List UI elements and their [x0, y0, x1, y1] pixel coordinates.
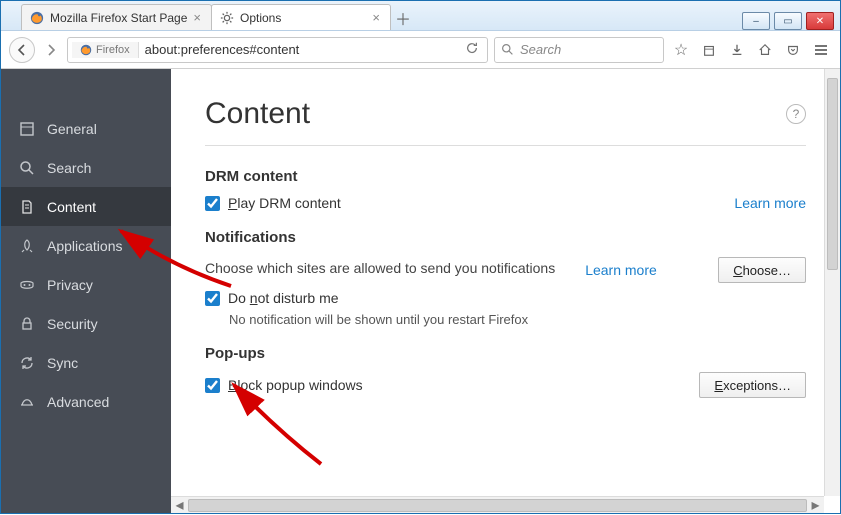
- play-drm-label: Play DRM content: [228, 195, 341, 211]
- sidebar-item-label: Privacy: [47, 277, 93, 293]
- nav-toolbar: Firefox about:preferences#content Search…: [1, 31, 840, 69]
- do-not-disturb-checkbox[interactable]: [205, 291, 220, 306]
- notifications-desc: Choose which sites are allowed to send y…: [205, 260, 555, 276]
- identity-box[interactable]: Firefox: [72, 42, 139, 58]
- home-icon[interactable]: [754, 39, 776, 61]
- block-popups-checkbox[interactable]: [205, 378, 220, 393]
- document-icon: [19, 199, 35, 215]
- tab-label: Options: [240, 11, 281, 25]
- forward-button[interactable]: [41, 37, 61, 63]
- sidebar-item-search[interactable]: Search: [1, 148, 171, 187]
- sidebar-item-label: Search: [47, 160, 91, 176]
- drm-learn-more-link[interactable]: Learn more: [734, 195, 806, 211]
- tab-strip: Mozilla Firefox Start Page × Options × ＋: [21, 2, 416, 30]
- notifications-learn-more-link[interactable]: Learn more: [585, 262, 657, 278]
- search-icon: [501, 43, 514, 56]
- gear-icon: [220, 11, 234, 25]
- exceptions-button[interactable]: Exceptions…: [699, 372, 806, 398]
- search-icon: [19, 160, 35, 176]
- downloads-icon[interactable]: [726, 39, 748, 61]
- search-bar[interactable]: Search: [494, 37, 664, 63]
- scrollbar-thumb[interactable]: [827, 78, 838, 270]
- menu-icon[interactable]: [810, 39, 832, 61]
- sidebar-item-label: Applications: [47, 238, 123, 254]
- section-drm-heading: DRM content: [205, 168, 806, 185]
- sidebar-item-label: Security: [47, 316, 98, 332]
- sidebar-item-privacy[interactable]: Privacy: [1, 265, 171, 304]
- window-frame: Mozilla Firefox Start Page × Options × ＋…: [0, 0, 841, 514]
- do-not-disturb-sub: No notification will be shown until you …: [229, 312, 806, 327]
- search-placeholder: Search: [520, 42, 561, 57]
- page-title: Content ?: [205, 97, 806, 131]
- sync-icon: [19, 355, 35, 371]
- sidebar-item-general[interactable]: General: [1, 109, 171, 148]
- tab-options[interactable]: Options ×: [211, 4, 391, 30]
- vertical-scrollbar[interactable]: [824, 69, 840, 496]
- back-button[interactable]: [9, 37, 35, 63]
- panel-icon: [19, 121, 35, 137]
- pocket-icon[interactable]: [782, 39, 804, 61]
- tab-label: Mozilla Firefox Start Page: [50, 11, 187, 25]
- do-not-disturb-label: Do not disturb me: [228, 290, 339, 306]
- sidebar-item-security[interactable]: Security: [1, 304, 171, 343]
- choose-button[interactable]: Choose…: [718, 257, 806, 283]
- sidebar-item-applications[interactable]: Applications: [1, 226, 171, 265]
- preferences-main: Content ? DRM content Play DRM content L…: [171, 69, 840, 513]
- reload-button[interactable]: [461, 41, 483, 58]
- tab-start-page[interactable]: Mozilla Firefox Start Page ×: [21, 4, 212, 30]
- scrollbar-thumb[interactable]: [188, 499, 807, 512]
- sidebar-item-label: Content: [47, 199, 96, 215]
- titlebar: Mozilla Firefox Start Page × Options × ＋…: [1, 1, 840, 31]
- library-icon[interactable]: [698, 39, 720, 61]
- url-bar[interactable]: Firefox about:preferences#content: [67, 37, 488, 63]
- sidebar-item-sync[interactable]: Sync: [1, 343, 171, 382]
- sidebar-item-content[interactable]: Content: [1, 187, 171, 226]
- sidebar-item-advanced[interactable]: Advanced: [1, 382, 171, 421]
- firefox-icon: [30, 11, 44, 25]
- play-drm-checkbox[interactable]: [205, 196, 220, 211]
- window-controls: – ▭ ✕: [742, 8, 840, 30]
- scroll-left-icon[interactable]: ◂: [171, 497, 188, 514]
- sidebar-item-label: Advanced: [47, 394, 109, 410]
- content-area: General Search Content Applications Privacy S…: [1, 69, 840, 513]
- hat-icon: [19, 394, 35, 410]
- lock-icon: [19, 316, 35, 332]
- section-notifications-heading: Notifications: [205, 229, 806, 246]
- mask-icon: [19, 277, 35, 293]
- minimize-button[interactable]: –: [742, 12, 770, 30]
- divider: [205, 145, 806, 146]
- sidebar-item-label: General: [47, 121, 97, 137]
- section-popups-heading: Pop-ups: [205, 345, 806, 362]
- new-tab-button[interactable]: ＋: [390, 6, 416, 30]
- rocket-icon: [19, 238, 35, 254]
- scroll-right-icon[interactable]: ▸: [807, 497, 824, 514]
- close-button[interactable]: ✕: [806, 12, 834, 30]
- firefox-icon: [80, 44, 92, 56]
- maximize-button[interactable]: ▭: [774, 12, 802, 30]
- url-text: about:preferences#content: [145, 42, 455, 57]
- close-icon[interactable]: ×: [193, 10, 201, 25]
- help-icon[interactable]: ?: [786, 104, 806, 124]
- close-icon[interactable]: ×: [372, 10, 380, 25]
- bookmark-star-icon[interactable]: ☆: [670, 39, 692, 61]
- block-popups-label: Block popup windows: [228, 377, 363, 393]
- preferences-sidebar: General Search Content Applications Privacy S…: [1, 69, 171, 513]
- horizontal-scrollbar[interactable]: ◂ ▸: [171, 496, 824, 513]
- sidebar-item-label: Sync: [47, 355, 78, 371]
